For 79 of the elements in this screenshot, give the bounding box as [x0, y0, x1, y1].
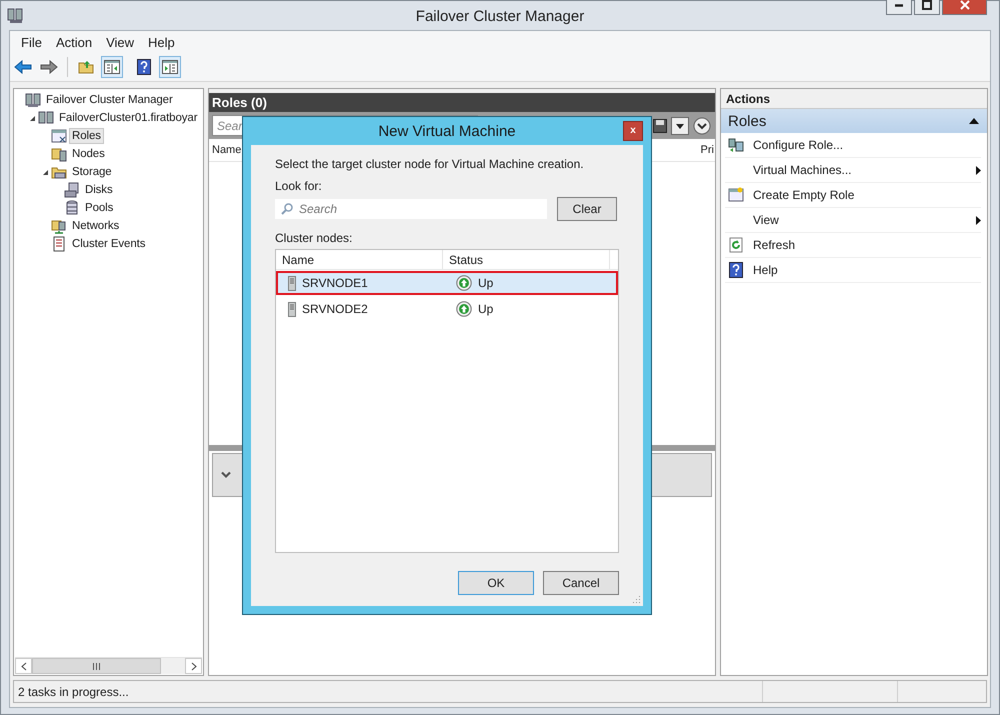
node-status: Up	[478, 302, 494, 316]
expand-chevron-icon[interactable]	[693, 116, 711, 134]
tree-item[interactable]: Storage	[69, 164, 115, 180]
server-icon	[288, 276, 296, 290]
minimize-button[interactable]	[886, 0, 912, 15]
tree-item[interactable]: Roles	[69, 128, 104, 144]
field-label: Look for:	[275, 179, 323, 193]
actions-header: Actions	[721, 89, 987, 109]
window-title: Failover Cluster Manager	[416, 8, 584, 25]
collapse-triangle-icon[interactable]	[969, 118, 979, 124]
tree-item[interactable]: Disks	[82, 182, 116, 198]
chevron-down-icon[interactable]	[221, 471, 231, 479]
window-icon	[728, 187, 744, 203]
section-header[interactable]: Roles	[721, 109, 987, 133]
folder-icon	[51, 146, 67, 162]
dialog-title: New Virtual Machine	[378, 122, 516, 140]
pane-command[interactable]: Virtual Machines...	[753, 163, 970, 177]
pane-command[interactable]: Help	[753, 263, 981, 277]
ok-button[interactable]: OK	[458, 571, 534, 595]
pane-header: Roles (0)	[209, 93, 715, 112]
pane-command[interactable]: View	[753, 213, 970, 227]
tree-item[interactable]: Networks	[69, 218, 122, 234]
server-group-icon	[38, 110, 54, 126]
close-icon	[960, 0, 970, 10]
pane-command[interactable]: Create Empty Role	[753, 188, 981, 202]
server-group-icon	[25, 92, 41, 108]
horizontal-scrollbar[interactable]	[15, 657, 202, 674]
tree-item[interactable]: FailoverCluster01.firatboyar	[56, 110, 200, 126]
servers-icon	[728, 137, 744, 153]
window-icon	[51, 128, 67, 144]
search-field[interactable]: Search	[275, 199, 547, 219]
node-status: Up	[478, 276, 494, 290]
pane-command[interactable]: Refresh	[753, 238, 981, 252]
menu-item[interactable]: Action	[48, 32, 100, 52]
menu-item[interactable]: File	[14, 32, 49, 52]
node-name: SRVNODE2	[302, 302, 368, 316]
tree-item[interactable]: Nodes	[69, 146, 108, 162]
folder-icon	[51, 218, 67, 234]
database-icon	[64, 200, 80, 216]
minimize-icon	[895, 4, 903, 6]
save-icon[interactable]	[653, 118, 667, 132]
app-icon	[7, 8, 25, 24]
node-name: SRVNODE1	[302, 276, 368, 290]
pane-command[interactable]: Configure Role...	[753, 138, 981, 152]
node-row[interactable]: SRVNODE1 Up	[276, 271, 618, 295]
close-button[interactable]	[942, 0, 987, 15]
instruction-text: Select the target cluster node for Virtual Machine creation.	[275, 157, 585, 171]
disk-icon	[64, 182, 80, 198]
column-header[interactable]: Name	[212, 144, 242, 156]
tree-item[interactable]: Cluster Events	[69, 236, 148, 252]
resize-grip-icon[interactable]	[631, 594, 641, 604]
cancel-button[interactable]: Cancel	[543, 571, 619, 595]
refresh-icon	[728, 237, 744, 253]
expand-triangle-icon[interactable]	[28, 114, 36, 122]
show-tree-button[interactable]	[101, 56, 123, 78]
tree-item[interactable]: Failover Cluster Manager	[43, 92, 176, 108]
column-header[interactable]: Status	[443, 250, 610, 269]
help-icon	[729, 262, 743, 278]
log-icon	[51, 236, 67, 252]
close-button[interactable]: x	[623, 121, 643, 141]
node-row[interactable]: SRVNODE2 Up	[276, 297, 618, 321]
grip-icon[interactable]	[92, 662, 101, 670]
column-header[interactable]: Pri	[700, 144, 715, 156]
maximize-button[interactable]	[914, 0, 940, 15]
expand-triangle-icon[interactable]	[42, 168, 48, 176]
menu-item[interactable]: View	[99, 32, 142, 52]
show-action-pane-button[interactable]	[159, 56, 181, 78]
clear-button[interactable]: Clear	[557, 197, 617, 221]
maximize-icon	[922, 0, 932, 10]
list-label: Cluster nodes:	[275, 231, 354, 245]
status-text: 2 tasks in progress...	[17, 684, 130, 700]
section-title: Roles	[728, 112, 766, 130]
tree-item[interactable]: Pools	[82, 200, 116, 216]
search-icon	[281, 203, 293, 215]
menu-item[interactable]: Help	[141, 32, 182, 52]
server-icon	[288, 302, 296, 316]
up-arrow-icon	[456, 275, 472, 291]
up-arrow-icon	[456, 301, 472, 317]
column-header[interactable]: Name	[276, 250, 443, 269]
